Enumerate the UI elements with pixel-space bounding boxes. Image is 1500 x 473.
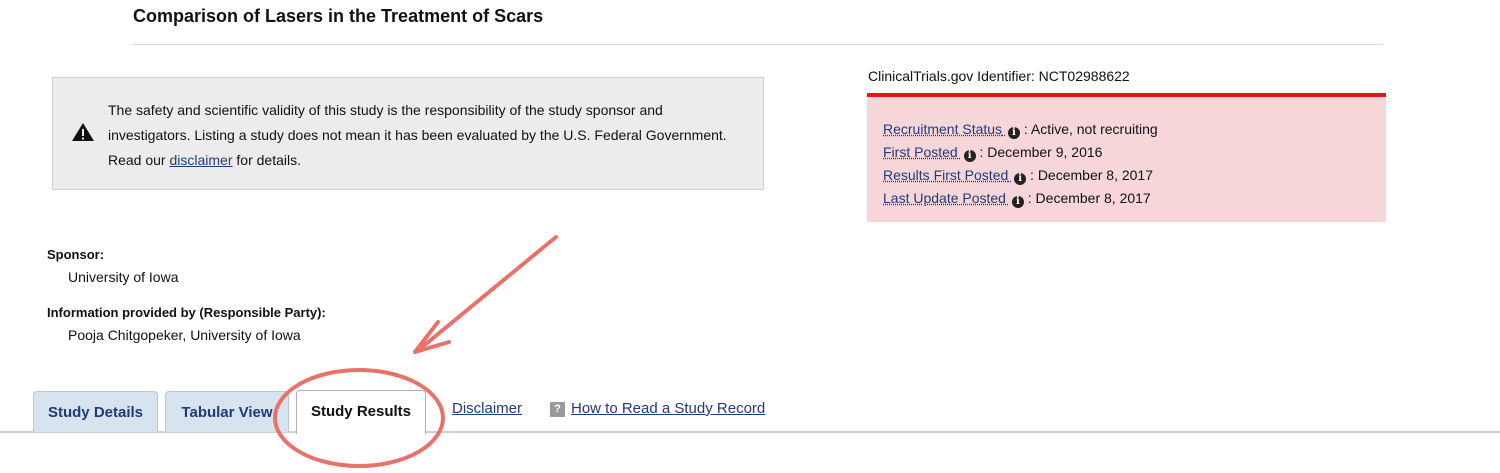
first-posted-label: First Posted bbox=[883, 144, 958, 160]
disclaimer-text-after: for details. bbox=[232, 152, 301, 168]
last-update-posted-link[interactable]: Last Update Posted i bbox=[883, 190, 1024, 208]
tab-tabular-view[interactable]: Tabular View bbox=[165, 391, 289, 432]
last-update-posted-value: : December 8, 2017 bbox=[1023, 190, 1151, 206]
warning-icon bbox=[72, 123, 94, 141]
recruitment-status-label: Recruitment Status bbox=[883, 121, 1003, 137]
title-divider bbox=[133, 44, 1383, 45]
status-row-recruitment: Recruitment Status i : Active, not recru… bbox=[883, 118, 1386, 141]
results-first-posted-value: : December 8, 2017 bbox=[1026, 167, 1154, 183]
status-row-last-update: Last Update Posted i : December 8, 2017 bbox=[883, 187, 1386, 210]
first-posted-value: : December 9, 2016 bbox=[975, 144, 1103, 160]
info-icon[interactable]: i bbox=[963, 150, 976, 162]
info-icon[interactable]: i bbox=[1007, 127, 1020, 139]
annotation-arrowhead bbox=[413, 320, 451, 354]
disclaimer-notice: The safety and scientific validity of th… bbox=[52, 77, 764, 190]
how-to-read-link[interactable]: How to Read a Study Record bbox=[571, 400, 765, 417]
disclaimer-tab-link[interactable]: Disclaimer bbox=[452, 400, 522, 417]
last-update-posted-label: Last Update Posted bbox=[883, 190, 1006, 206]
disclaimer-link[interactable]: disclaimer bbox=[169, 152, 232, 168]
responsible-party-label: Information provided by (Responsible Par… bbox=[47, 305, 326, 320]
tab-study-details[interactable]: Study Details bbox=[33, 391, 158, 432]
disclaimer-notice-text: The safety and scientific validity of th… bbox=[108, 98, 748, 173]
info-icon[interactable]: i bbox=[1014, 173, 1027, 185]
first-posted-link[interactable]: First Posted i bbox=[883, 144, 976, 162]
status-row-first-posted: First Posted i : December 9, 2016 bbox=[883, 141, 1386, 164]
recruitment-status-link[interactable]: Recruitment Status i bbox=[883, 121, 1020, 139]
study-identifier: ClinicalTrials.gov Identifier: NCT029886… bbox=[868, 68, 1130, 84]
info-icon[interactable]: i bbox=[1011, 196, 1024, 208]
help-icon[interactable]: ? bbox=[550, 402, 565, 417]
tab-study-results[interactable]: Study Results bbox=[296, 390, 426, 434]
sponsor-label: Sponsor: bbox=[47, 247, 105, 262]
recruitment-status-value: : Active, not recruiting bbox=[1019, 121, 1158, 137]
status-panel: Recruitment Status i : Active, not recru… bbox=[867, 93, 1386, 222]
results-first-posted-link[interactable]: Results First Posted i bbox=[883, 167, 1027, 185]
page-title: Comparison of Lasers in the Treatment of… bbox=[133, 6, 544, 26]
responsible-party-value: Pooja Chitgopeker, University of Iowa bbox=[68, 327, 301, 343]
annotation-arrow bbox=[419, 235, 558, 350]
results-first-posted-label: Results First Posted bbox=[883, 167, 1009, 183]
status-row-results-first-posted: Results First Posted i : December 8, 201… bbox=[883, 164, 1386, 187]
sponsor-value: University of Iowa bbox=[68, 269, 179, 285]
